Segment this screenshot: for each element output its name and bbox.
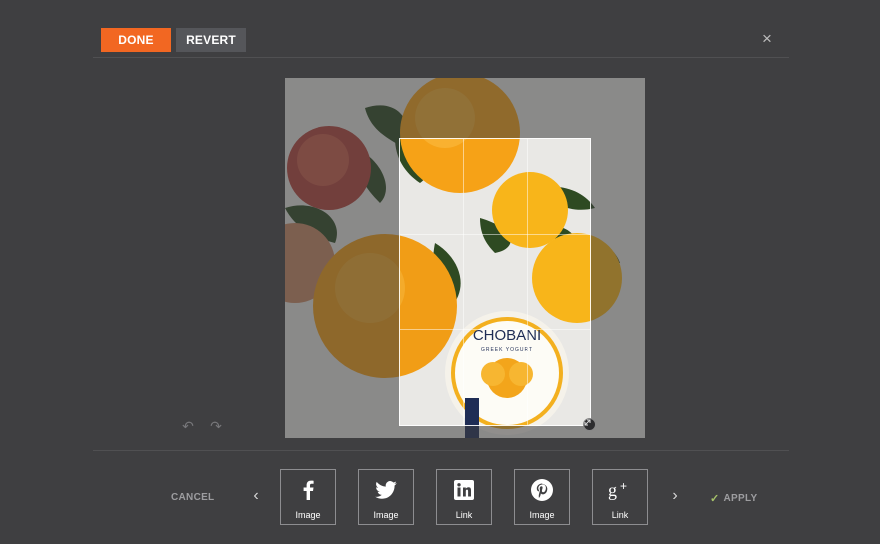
share-label: Image — [529, 510, 555, 520]
check-icon: ✓ — [710, 493, 720, 505]
undo-icon[interactable]: ↶ — [181, 418, 195, 435]
close-icon[interactable]: × — [759, 30, 775, 47]
photo-canvas[interactable]: CHOBANI GREEK YOGURT — [285, 78, 645, 438]
crop-box[interactable] — [399, 138, 596, 431]
linkedin-icon — [454, 479, 474, 501]
share-linkedin-button[interactable]: Link — [436, 469, 492, 525]
cancel-button[interactable]: CANCEL — [171, 492, 214, 503]
google-plus-icon: g + — [608, 479, 632, 501]
crop-grid-line — [526, 139, 528, 425]
revert-button[interactable]: REVERT — [176, 28, 246, 52]
crop-grid-line — [463, 139, 465, 425]
share-label: Link — [611, 510, 629, 520]
resize-handle-icon[interactable] — [583, 418, 596, 431]
share-label: Link — [455, 510, 473, 520]
redo-icon[interactable]: ↷ — [209, 418, 223, 435]
apply-label: APPLY — [723, 493, 758, 504]
apply-button[interactable]: ✓ APPLY — [710, 492, 757, 505]
history-controls: ↶ ↷ — [181, 418, 223, 435]
share-google-plus-button[interactable]: g + Link — [592, 469, 648, 525]
crop-grid-line — [400, 329, 590, 331]
share-label: Image — [295, 510, 321, 520]
twitter-icon — [375, 479, 397, 501]
next-arrow-icon[interactable]: › — [669, 487, 681, 505]
done-button[interactable]: DONE — [101, 28, 171, 52]
share-label: Image — [373, 510, 399, 520]
pinterest-icon — [531, 479, 553, 501]
prev-arrow-icon[interactable]: ‹ — [250, 487, 262, 505]
share-facebook-button[interactable]: Image — [280, 469, 336, 525]
divider — [93, 450, 789, 451]
svg-text:g: g — [608, 480, 617, 500]
top-bar: DONE REVERT × — [93, 28, 789, 58]
crop-grid-line — [400, 234, 590, 236]
svg-text:+: + — [620, 480, 627, 493]
share-pinterest-button[interactable]: Image — [514, 469, 570, 525]
share-twitter-button[interactable]: Image — [358, 469, 414, 525]
facebook-icon — [302, 479, 314, 501]
